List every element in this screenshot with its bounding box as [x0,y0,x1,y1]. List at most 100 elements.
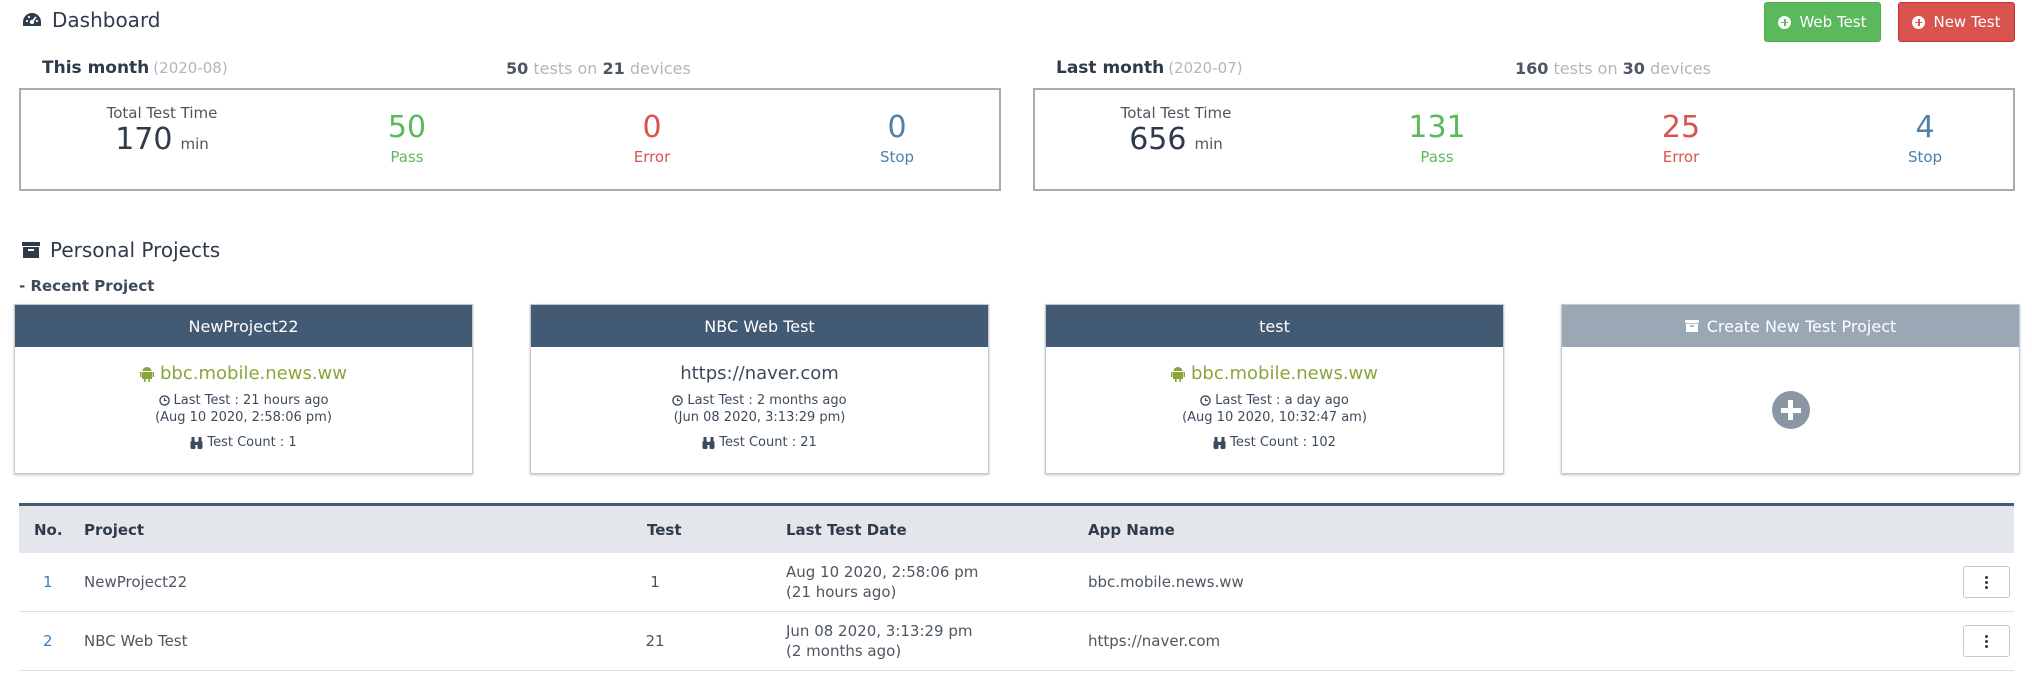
clock-icon [672,395,684,406]
row-test-count: 1 [650,573,660,591]
kebab-menu-icon [1985,575,1988,590]
project-last-test: Last Test : 2 months ago (Jun 08 2020, 3… [531,392,988,426]
project-app-name: bbc.mobile.news.ww [160,363,347,384]
create-project-label: Create New Test Project [1706,316,1897,336]
this-month-title: This month [42,58,150,78]
header-last-test-date: Last Test Date [786,520,907,539]
last-month-tests: 160 [1515,59,1549,78]
total-test-time-value: 656 [1129,122,1187,157]
last-month-summary: 160 tests on 30 devices [1515,59,1711,78]
total-test-time: Total Test Time 656 min [1081,104,1271,158]
stop-stat: 4 Stop [1845,110,2005,166]
tests-on-text: tests on [533,59,598,78]
error-label: Error [1662,148,1700,166]
error-value: 0 [642,110,662,145]
pass-label: Pass [390,148,424,166]
table-row[interactable]: 1 NewProject22 1 Aug 10 2020, 2:58:06 pm… [19,553,2014,612]
project-app: https://naver.com [531,363,988,384]
binoculars-icon [190,436,203,449]
project-test-count: Test Count : 21 [531,435,988,450]
kebab-menu-icon [1985,634,1988,649]
stop-label: Stop [1907,148,1943,166]
this-month-label: This month (2020-08) [42,58,228,78]
header-project: Project [84,520,145,539]
devices-text: devices [629,59,691,78]
last-test-text: Last Test : 2 months ago [687,393,847,408]
project-card[interactable]: test bbc.mobile.news.ww Last Test : a da… [1045,304,1504,474]
project-card[interactable]: NBC Web Test https://naver.com Last Test… [530,304,989,474]
pass-stat: 50 Pass [327,110,487,166]
total-test-time-unit: min [180,135,209,153]
last-test-date: (Aug 10 2020, 10:32:47 am) [1182,410,1367,425]
this-month-summary: 50 tests on 21 devices [506,59,691,78]
create-project-header: Create New Test Project [1562,305,2019,347]
project-test-count: Test Count : 1 [15,435,472,450]
create-project-card[interactable]: Create New Test Project [1561,304,2020,474]
stop-label: Stop [879,148,915,166]
error-stat: 0 Error [572,110,732,166]
test-count-text: Test Count : 102 [1230,435,1336,450]
row-last-test-date: Aug 10 2020, 2:58:06 pm (21 hours ago) [786,562,978,602]
recent-project-label: - Recent Project [19,277,155,295]
last-month-period: (2020-07) [1168,59,1243,77]
last-month-devices: 30 [1622,59,1645,78]
this-month-stats: Total Test Time 170 min 50 Pass 0 Error 0… [19,88,1001,191]
row-last-test-date: Jun 08 2020, 3:13:29 pm (2 months ago) [786,621,973,661]
project-app: bbc.mobile.news.ww [15,363,472,384]
last-test-date: (Aug 10 2020, 2:58:06 pm) [155,410,332,425]
project-last-test: Last Test : 21 hours ago (Aug 10 2020, 2… [15,392,472,426]
row-project[interactable]: NewProject22 [84,572,187,592]
project-card-title: NewProject22 [15,305,472,347]
last-month-stats: Total Test Time 656 min 131 Pass 25 Error… [1033,88,2015,191]
dashboard-title-text: Dashboard [52,8,161,32]
pass-stat: 131 Pass [1357,110,1517,166]
test-count-text: Test Count : 21 [719,435,817,450]
test-count-text: Test Count : 1 [207,435,297,450]
error-stat: 25 Error [1601,110,1761,166]
last-test-date: (Jun 08 2020, 3:13:29 pm) [673,410,846,425]
header-test: Test [647,520,682,539]
table-row[interactable]: 2 NBC Web Test 21 Jun 08 2020, 3:13:29 p… [19,612,2014,671]
devices-text: devices [1650,59,1711,78]
row-project[interactable]: NBC Web Test [84,631,188,651]
dashboard-title: Dashboard [22,8,161,32]
table-header: No. Project Test Last Test Date App Name [19,503,2014,553]
tests-on-text: tests on [1553,59,1618,78]
dashboard-gauge-icon [23,13,41,26]
personal-projects-title: Personal Projects [22,238,220,262]
plus-circle-icon [1778,15,1792,29]
last-test-text: Last Test : 21 hours ago [173,393,329,408]
project-card-title: test [1046,305,1503,347]
plus-circle-icon [1912,15,1926,29]
web-test-button[interactable]: Web Test [1764,2,1881,42]
row-menu-button[interactable] [1963,625,2010,657]
total-test-time-unit: min [1194,135,1223,153]
new-test-button[interactable]: New Test [1898,2,2015,42]
row-menu-button[interactable] [1963,566,2010,598]
row-ago: (2 months ago) [786,642,902,660]
header-no: No. [34,520,63,539]
project-app: bbc.mobile.news.ww [1046,363,1503,384]
project-last-test: Last Test : a day ago (Aug 10 2020, 10:3… [1046,392,1503,426]
android-icon [140,366,154,382]
archive-box-icon [22,242,40,258]
pass-value: 50 [387,110,427,145]
total-test-time: Total Test Time 170 min [67,104,257,158]
row-number[interactable]: 2 [43,631,53,651]
row-app-name: https://naver.com [1088,632,1221,650]
project-app-name: bbc.mobile.news.ww [1191,363,1378,384]
project-card-title: NBC Web Test [531,305,988,347]
total-test-time-label: Total Test Time [1120,104,1232,122]
web-test-label: Web Test [1799,13,1867,31]
row-number[interactable]: 1 [43,572,53,592]
plus-circle-icon[interactable] [1771,391,1810,429]
last-month-label: Last month (2020-07) [1056,58,1243,78]
row-test-count: 21 [645,632,665,650]
last-test-text: Last Test : a day ago [1215,393,1349,408]
total-test-time-label: Total Test Time [106,104,218,122]
pass-label: Pass [1420,148,1454,166]
binoculars-icon [702,436,715,449]
last-month-title: Last month [1056,58,1165,78]
project-card[interactable]: NewProject22 bbc.mobile.news.ww Last Tes… [14,304,473,474]
archive-box-icon [1684,320,1699,332]
